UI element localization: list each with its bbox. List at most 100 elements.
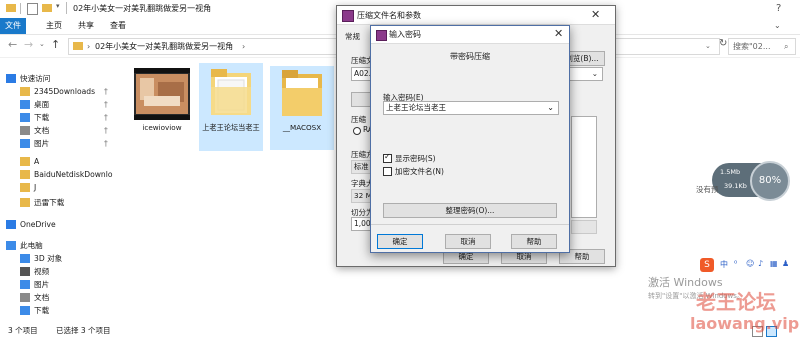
sidebar-item-label: 图片 (34, 280, 50, 289)
close-icon[interactable]: ✕ (591, 8, 600, 21)
encrypt-filenames-label: 加密文件名(N) (395, 167, 444, 176)
tab-view[interactable]: 查看 (102, 18, 134, 34)
winrar-icon (342, 10, 354, 22)
pin-icon[interactable]: † (104, 98, 108, 111)
sidebar-item[interactable]: J (0, 181, 118, 194)
help-icon[interactable]: ? (776, 3, 781, 14)
folder-icon (20, 183, 30, 192)
sidebar-item[interactable]: 3D 对象 (0, 252, 118, 265)
sidebar-item[interactable]: BaiduNetdiskDownlo (0, 168, 118, 181)
file-name: __MACOSX (282, 123, 322, 132)
file-tile-folder[interactable]: __MACOSX (270, 66, 334, 150)
show-password-label: 显示密码(S) (395, 154, 436, 163)
sidebar-item[interactable]: 下载 † (0, 111, 118, 124)
sidebar-item-label: 2345Downloads (34, 87, 96, 96)
selected-count: 已选择 3 个项目 (56, 326, 111, 335)
sidebar-item[interactable]: 视频 (0, 265, 118, 278)
cancel-button[interactable]: 取消 (445, 234, 491, 249)
folder-icon (6, 4, 16, 12)
help-button[interactable]: 帮助 (511, 234, 557, 249)
search-icon[interactable]: ⌕ (784, 39, 788, 54)
chevron-down-icon[interactable]: ⌄ (705, 39, 711, 54)
ok-button[interactable]: 确定 (377, 234, 423, 249)
document-icon (20, 293, 30, 302)
dialog-title: 输入密码 (389, 30, 421, 39)
folder-icon (20, 157, 30, 166)
sidebar-item[interactable]: 此电脑 (0, 239, 118, 252)
forward-arrow-icon[interactable]: → (24, 38, 33, 51)
sidebar-item-label: J (34, 183, 37, 192)
divider (20, 3, 21, 14)
expand-ribbon-icon[interactable]: ⌄ (774, 21, 781, 30)
new-folder-icon[interactable] (42, 4, 52, 12)
breadcrumb[interactable]: 02年小美女一对美乳翻跳做爱另一视角 (95, 39, 233, 54)
options-select[interactable] (571, 220, 597, 234)
sidebar-item-label: BaiduNetdiskDownlo (34, 170, 113, 179)
properties-icon[interactable] (27, 3, 38, 15)
dialog-title: 压缩文件名和参数 (357, 11, 421, 20)
sidebar-item[interactable]: 图片 (0, 278, 118, 291)
breadcrumb-separator-icon: › (87, 42, 91, 51)
sidebar-item[interactable]: OneDrive (0, 218, 118, 231)
close-icon[interactable]: ✕ (554, 27, 563, 40)
ime-mode-label[interactable]: 中 (720, 259, 728, 270)
sidebar-item[interactable]: 迅雷下载 (0, 196, 118, 209)
sidebar-item-label: 下载 (34, 113, 50, 122)
pin-icon[interactable]: † (104, 124, 108, 137)
sidebar-item[interactable]: 快速访问 (0, 72, 118, 85)
sidebar-item[interactable]: A (0, 155, 118, 168)
organize-passwords-button[interactable]: 整理密码(O)... (383, 203, 557, 218)
search-input[interactable]: 搜索"02... ⌕ (728, 38, 796, 55)
up-arrow-icon[interactable]: ↑ (51, 38, 60, 51)
refresh-icon[interactable]: ↻ (719, 38, 727, 49)
emoji-icon[interactable]: ☺ (746, 259, 754, 268)
sidebar-item-label: 桌面 (34, 100, 50, 109)
watermark-url: laowang.vip (690, 314, 800, 333)
folder-icon (282, 70, 322, 116)
ime-toolbar: S 中 ⁰ ☺ ♪ ▦ ♟ (700, 258, 800, 272)
chevron-down-icon[interactable]: ▾ (56, 2, 60, 10)
sidebar-item-label: 下载 (34, 306, 50, 315)
sidebar-item-label: 文档 (34, 126, 50, 135)
picture-icon (20, 139, 30, 148)
pin-icon[interactable]: † (104, 85, 108, 98)
sidebar-item-label: 图片 (34, 139, 50, 148)
tab-share[interactable]: 共享 (70, 18, 102, 34)
sidebar-item[interactable]: 下载 (0, 304, 118, 317)
encrypt-filenames-checkbox[interactable] (383, 167, 392, 176)
recent-locations-icon[interactable]: ⌄ (39, 40, 45, 48)
sidebar-item[interactable]: 2345Downloads † (0, 85, 118, 98)
upload-speed: 1.5Mb (720, 168, 741, 176)
show-password-checkbox[interactable]: ✓ (383, 152, 392, 163)
desktop-icon (20, 100, 30, 109)
sidebar-item-label: 3D 对象 (34, 254, 63, 263)
back-arrow-icon[interactable]: ← (8, 38, 17, 51)
microphone-icon[interactable]: ♪ (758, 259, 763, 268)
sogou-ime-icon[interactable]: S (700, 258, 714, 272)
sidebar-item[interactable]: 图片 † (0, 137, 118, 150)
chevron-down-icon[interactable]: ⌄ (547, 102, 554, 114)
pin-icon[interactable]: † (104, 137, 108, 150)
keyboard-icon[interactable]: ▦ (770, 259, 778, 268)
file-tile-video[interactable]: icewioviow (130, 66, 194, 150)
radio-rar[interactable] (353, 127, 361, 135)
video-icon (20, 267, 30, 276)
file-tile-document[interactable]: 上老王论坛当老王 (199, 63, 263, 151)
computer-icon (6, 241, 16, 250)
punctuation-icon[interactable]: ⁰ (734, 259, 737, 268)
preview-side-text: 没有预 (696, 185, 719, 194)
sidebar-item[interactable]: 桌面 † (0, 98, 118, 111)
sidebar-item[interactable]: 文档 (0, 291, 118, 304)
file-name: 上老王论坛当老王 (202, 123, 260, 132)
tab-file[interactable]: 文件 (0, 18, 26, 34)
sidebar-item-label: 此电脑 (20, 241, 43, 250)
tab-general[interactable]: 常规 (345, 31, 360, 42)
password-input[interactable]: 上老王论坛当老王 ⌄ (383, 101, 559, 115)
pin-icon[interactable]: † (104, 111, 108, 124)
search-placeholder: 搜索"02... (733, 42, 771, 51)
sidebar-item-label: 文档 (34, 293, 50, 302)
window-title: 02年小美女一对美乳翻跳做爱另一视角 (73, 4, 212, 13)
tab-home[interactable]: 主页 (38, 18, 70, 34)
sidebar-item[interactable]: 文档 † (0, 124, 118, 137)
skin-icon[interactable]: ♟ (782, 259, 789, 268)
